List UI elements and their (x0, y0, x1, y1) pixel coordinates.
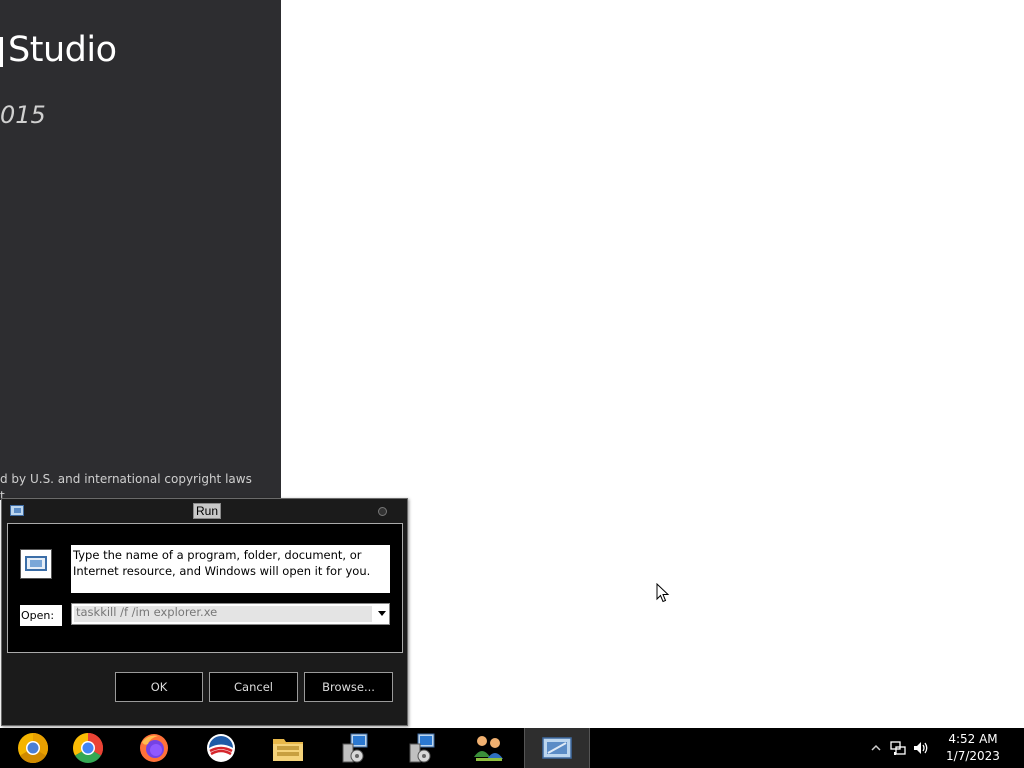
mouse-cursor-icon (656, 583, 670, 603)
network-installer-icon (409, 733, 435, 763)
show-hidden-icons-icon[interactable] (870, 743, 882, 753)
taskbar-app-1[interactable] (322, 728, 388, 768)
volume-icon[interactable] (912, 740, 930, 756)
splash-title: Studio (8, 30, 117, 70)
taskbar-run-active[interactable] (524, 728, 590, 768)
run-title-icon (10, 505, 24, 516)
run-content-panel: Type the name of a program, folder, docu… (7, 523, 403, 653)
file-explorer-icon (273, 739, 303, 761)
chrome-icon (72, 733, 104, 764)
open-input[interactable] (76, 604, 366, 620)
chevron-down-icon[interactable] (378, 611, 386, 616)
obama-logo-icon (207, 734, 235, 762)
splash-year: 015 (0, 101, 46, 129)
taskbar: 4:52 AM 1/7/2023 (0, 728, 1024, 768)
close-icon[interactable] (378, 507, 387, 516)
taskbar-app-2[interactable] (389, 728, 455, 768)
visual-studio-splash: Studio 015 d by U.S. and international c… (0, 0, 281, 500)
network-icon[interactable] (890, 740, 906, 756)
taskbar-firefox[interactable] (121, 728, 187, 768)
ok-button[interactable]: OK (115, 672, 203, 702)
taskbar-app-3[interactable] (456, 728, 522, 768)
clock-time: 4:52 AM (948, 732, 998, 746)
taskbar-chrome[interactable] (55, 728, 121, 768)
firefox-icon (140, 734, 168, 762)
run-icon (542, 737, 572, 759)
run-dialog: Run Type the name of a program, folder, … (1, 498, 408, 726)
dialog-title: Run (193, 503, 222, 519)
open-combobox[interactable] (71, 603, 390, 625)
chrome-canary-icon (18, 733, 49, 764)
system-tray (870, 728, 930, 768)
users-network-icon (474, 736, 503, 761)
network-installer-icon (342, 733, 368, 763)
system-clock[interactable]: 4:52 AM 1/7/2023 (943, 731, 1003, 765)
taskbar-file-explorer[interactable] (255, 728, 321, 768)
taskbar-obama[interactable] (188, 728, 254, 768)
clock-date: 1/7/2023 (946, 749, 1000, 763)
cancel-button[interactable]: Cancel (209, 672, 298, 702)
run-description: Type the name of a program, folder, docu… (71, 545, 390, 593)
open-label: Open: (20, 605, 62, 626)
browse-button[interactable]: Browse... (304, 672, 393, 702)
logo-bar (0, 37, 3, 67)
copyright-text: d by U.S. and international copyright la… (0, 472, 252, 486)
run-app-icon (20, 549, 52, 579)
